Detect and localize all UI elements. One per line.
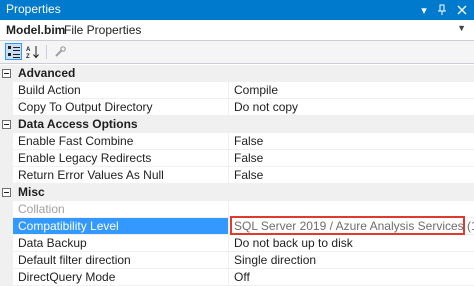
property-name: Enable Legacy Redirects bbox=[13, 150, 228, 167]
collapse-icon[interactable] bbox=[2, 69, 11, 78]
property-value[interactable]: False bbox=[229, 150, 474, 167]
property-value[interactable]: Off bbox=[229, 269, 474, 286]
property-row-directquery-mode[interactable]: DirectQuery Mode Off bbox=[0, 269, 474, 286]
property-grid: Advanced Build Action Compile Copy To Ou… bbox=[0, 65, 474, 286]
property-name: Compatibility Level bbox=[13, 218, 228, 235]
property-name: Enable Fast Combine bbox=[13, 133, 228, 150]
object-type: File Properties bbox=[64, 23, 142, 37]
property-name: Copy To Output Directory bbox=[13, 99, 228, 116]
property-value bbox=[229, 201, 474, 218]
chevron-down-icon[interactable]: ▼ bbox=[457, 23, 466, 33]
category-data-access-options[interactable]: Data Access Options bbox=[0, 116, 474, 133]
collapse-icon[interactable] bbox=[2, 188, 11, 197]
property-value[interactable]: Do not copy bbox=[229, 99, 474, 116]
properties-window: Properties ▾ Model.bim File Properties ▼ bbox=[0, 0, 474, 286]
svg-text:A: A bbox=[26, 47, 31, 53]
svg-text:Z: Z bbox=[26, 54, 30, 59]
property-value[interactable]: Single direction bbox=[229, 252, 474, 269]
toolbar-separator bbox=[46, 45, 47, 59]
property-value[interactable]: False bbox=[229, 133, 474, 150]
object-name: Model.bim bbox=[6, 23, 66, 37]
category-misc[interactable]: Misc bbox=[0, 184, 474, 201]
wrench-icon[interactable] bbox=[51, 43, 68, 60]
property-value[interactable]: False bbox=[229, 167, 474, 184]
window-title: Properties bbox=[6, 2, 61, 16]
property-name: DirectQuery Mode bbox=[13, 269, 228, 286]
property-name: Data Backup bbox=[13, 235, 228, 252]
property-name: Build Action bbox=[13, 82, 228, 99]
property-value[interactable]: Compile bbox=[229, 82, 474, 99]
close-icon[interactable] bbox=[454, 1, 470, 19]
collapse-icon[interactable] bbox=[2, 120, 11, 129]
title-bar: Properties ▾ bbox=[0, 0, 474, 20]
property-row-return-error-values[interactable]: Return Error Values As Null False bbox=[0, 167, 474, 184]
category-label: Misc bbox=[18, 185, 45, 199]
property-name: Return Error Values As Null bbox=[13, 167, 228, 184]
object-selector[interactable]: Model.bim File Properties ▼ bbox=[0, 20, 474, 41]
property-row-enable-legacy-redirects[interactable]: Enable Legacy Redirects False bbox=[0, 150, 474, 167]
property-row-collation[interactable]: Collation bbox=[0, 201, 474, 218]
property-value[interactable]: Do not back up to disk bbox=[229, 235, 474, 252]
chevron-down-icon[interactable]: ▾ bbox=[416, 1, 432, 19]
property-row-default-filter-direction[interactable]: Default filter direction Single directio… bbox=[0, 252, 474, 269]
category-advanced[interactable]: Advanced bbox=[0, 65, 474, 82]
property-name: Default filter direction bbox=[13, 252, 228, 269]
property-row-data-backup[interactable]: Data Backup Do not back up to disk bbox=[0, 235, 474, 252]
property-row-enable-fast-combine[interactable]: Enable Fast Combine False bbox=[0, 133, 474, 150]
property-row-compatibility-level[interactable]: Compatibility Level SQL Server 2019 / Az… bbox=[0, 218, 474, 235]
property-row-build-action[interactable]: Build Action Compile bbox=[0, 82, 474, 99]
property-value[interactable]: SQL Server 2019 / Azure Analysis Service… bbox=[229, 218, 474, 235]
property-name: Collation bbox=[13, 201, 228, 218]
alphabetical-sort-icon[interactable]: A Z bbox=[24, 43, 41, 60]
category-label: Data Access Options bbox=[18, 117, 138, 131]
pin-icon[interactable] bbox=[434, 1, 450, 19]
properties-toolbar: A Z bbox=[0, 41, 474, 64]
category-label: Advanced bbox=[18, 66, 76, 80]
property-row-copy-to-output[interactable]: Copy To Output Directory Do not copy bbox=[0, 99, 474, 116]
categorized-icon[interactable] bbox=[5, 43, 22, 60]
